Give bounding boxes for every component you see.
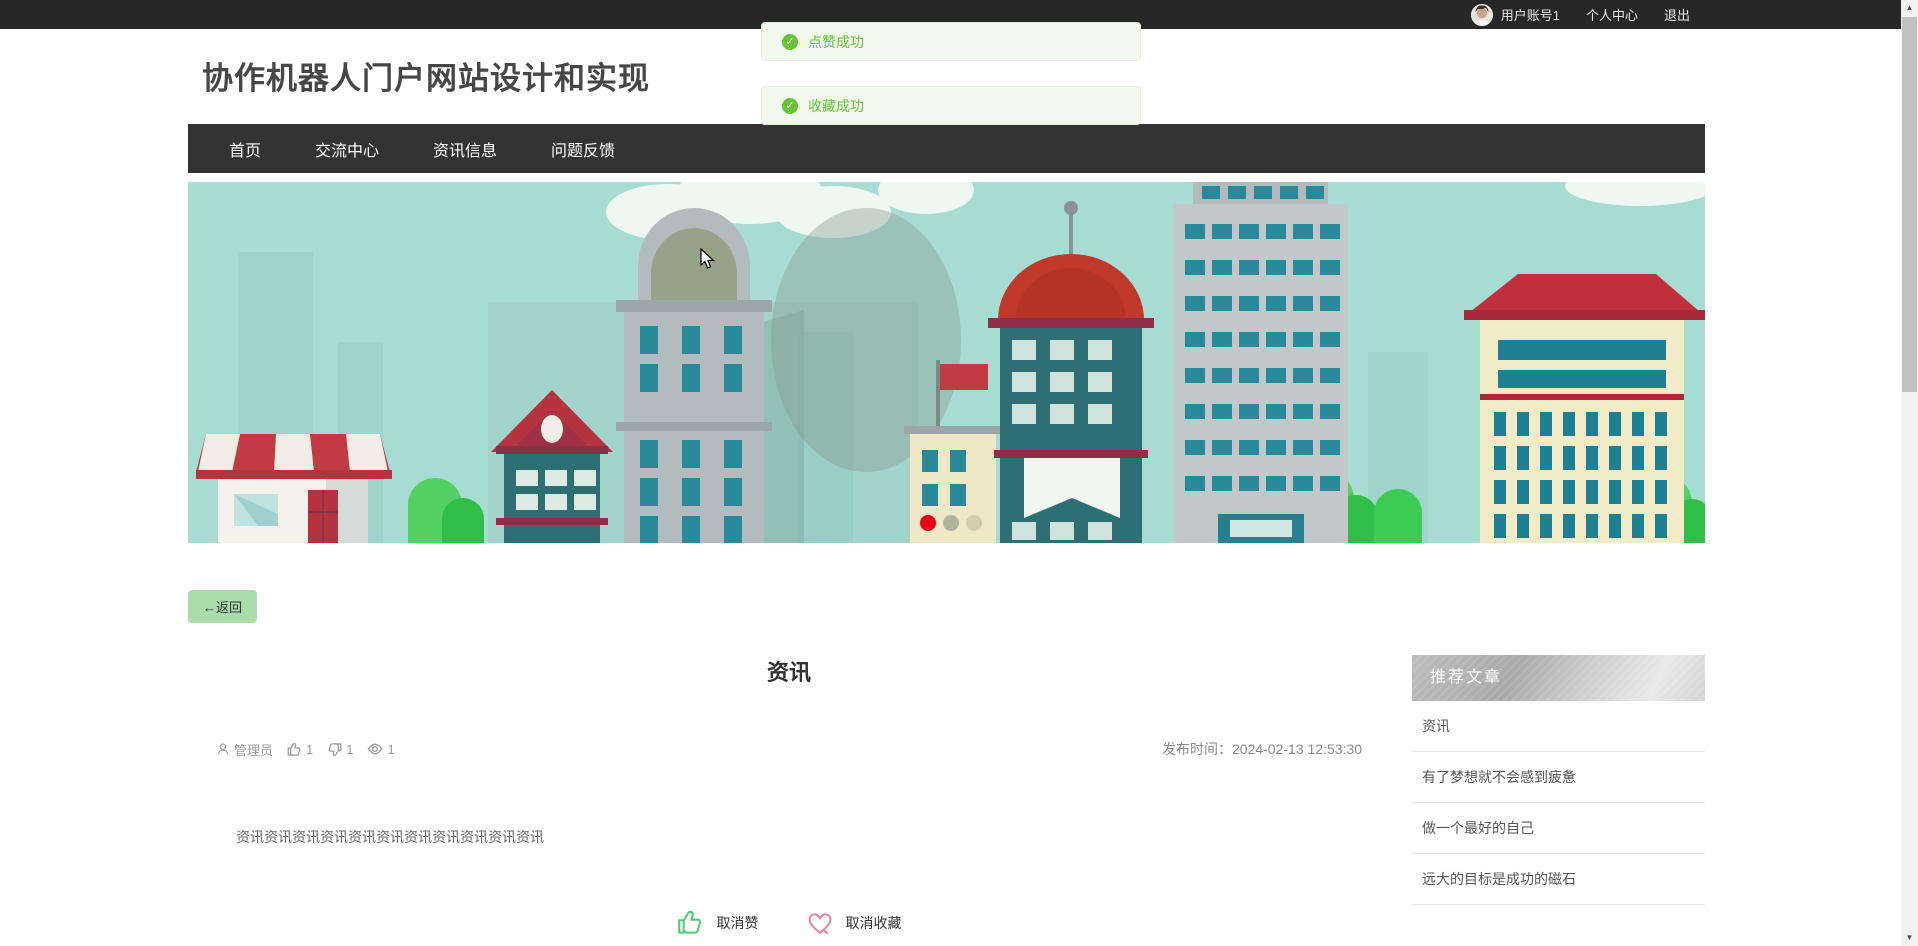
- author-name: 管理员: [234, 742, 274, 758]
- toast-collect-success: ✓ 收藏成功: [761, 86, 1141, 125]
- thumbs-up-icon: [677, 910, 701, 934]
- user-account[interactable]: 用户账号1: [1470, 3, 1560, 26]
- success-check-icon: ✓: [782, 97, 798, 114]
- scroll-thumb[interactable]: [1902, 17, 1917, 392]
- cancel-like-button[interactable]: 取消赞: [677, 909, 759, 936]
- carousel-dot-2[interactable]: [943, 515, 959, 531]
- cream-building: [1464, 274, 1705, 543]
- mouse-cursor: [700, 248, 716, 269]
- sidebar-item-1[interactable]: 资讯: [1412, 701, 1705, 752]
- sidebar-item-4[interactable]: 远大的目标是成功的磁石: [1412, 854, 1705, 905]
- carousel-dot-3[interactable]: [966, 515, 982, 531]
- nav-item-home[interactable]: 首页: [202, 137, 288, 161]
- skyscraper: [1173, 182, 1348, 543]
- arch-building: [616, 208, 772, 543]
- author-meta: 管理员: [216, 740, 273, 759]
- publish-label: 发布时间：: [1162, 741, 1232, 757]
- scroll-down-arrow[interactable]: ▼: [1901, 930, 1918, 946]
- article-meta: 管理员 1 1 1 发布时间：2024-02-13 12:53:30: [188, 739, 1390, 759]
- cancel-collect-button[interactable]: 取消收藏: [807, 911, 902, 935]
- article-title: 资讯: [766, 660, 811, 685]
- sidebar-title: 推荐文章: [1412, 655, 1705, 701]
- profile-link[interactable]: 个人中心: [1586, 5, 1638, 24]
- person-icon: [217, 743, 229, 755]
- back-button[interactable]: ←返回: [188, 590, 258, 623]
- thumbs-down-icon: [328, 742, 342, 756]
- nav-item-forum[interactable]: 交流中心: [288, 137, 406, 161]
- publish-value: 2024-02-13 12:53:30: [1232, 741, 1362, 757]
- nav-item-feedback[interactable]: 问题反馈: [524, 137, 642, 161]
- toast-text: 点赞成功: [808, 33, 864, 50]
- dislike-count: 1: [327, 742, 353, 757]
- thumbs-up-icon: [287, 742, 301, 756]
- article-actions: 取消赞 取消收藏: [188, 909, 1390, 936]
- sidebar-item-3[interactable]: 做一个最好的自己: [1412, 803, 1705, 854]
- carousel-dot-1[interactable]: [920, 515, 936, 531]
- like-count-value: 1: [306, 741, 314, 757]
- toast-text: 收藏成功: [808, 97, 864, 114]
- logout-link[interactable]: 退出: [1664, 5, 1690, 24]
- heart-icon: [808, 912, 831, 935]
- main-nav: 首页 交流中心 资讯信息 问题反馈: [188, 124, 1705, 173]
- nav-item-news[interactable]: 资讯信息: [406, 137, 524, 161]
- avatar[interactable]: [1470, 3, 1493, 26]
- publish-time: 发布时间：2024-02-13 12:53:30: [1162, 739, 1362, 759]
- sidebar-item-2[interactable]: 有了梦想就不会感到疲惫: [1412, 752, 1705, 803]
- like-count: 1: [287, 742, 313, 757]
- dislike-count-value: 1: [346, 741, 354, 757]
- carousel-dots: [920, 515, 982, 531]
- scrollbar: ▲ ▼: [1901, 0, 1918, 946]
- recommend-sidebar: 推荐文章 资讯 有了梦想就不会感到疲惫 做一个最好的自己 远大的目标是成功的磁石: [1412, 655, 1705, 905]
- view-count-value: 1: [387, 741, 395, 757]
- article: 资讯 管理员 1 1 1 发布时间：2024-02-13 12:53:30 资讯…: [188, 655, 1390, 936]
- username[interactable]: 用户账号1: [1501, 5, 1560, 24]
- avatar-image: [1470, 3, 1493, 26]
- shop-building: [196, 434, 392, 543]
- scroll-up-arrow[interactable]: ▲: [1901, 0, 1918, 16]
- cancel-like-label: 取消赞: [716, 914, 759, 931]
- success-check-icon: ✓: [782, 33, 798, 50]
- toast-like-success: ✓ 点赞成功: [761, 22, 1141, 61]
- cancel-collect-label: 取消收藏: [845, 914, 902, 931]
- eye-icon: [367, 743, 383, 755]
- banner-illustration: [188, 182, 1705, 543]
- view-count: 1: [367, 741, 395, 757]
- banner-carousel: [188, 182, 1705, 543]
- article-content: 资讯资讯资讯资讯资讯资讯资讯资讯资讯资讯资讯: [236, 829, 544, 845]
